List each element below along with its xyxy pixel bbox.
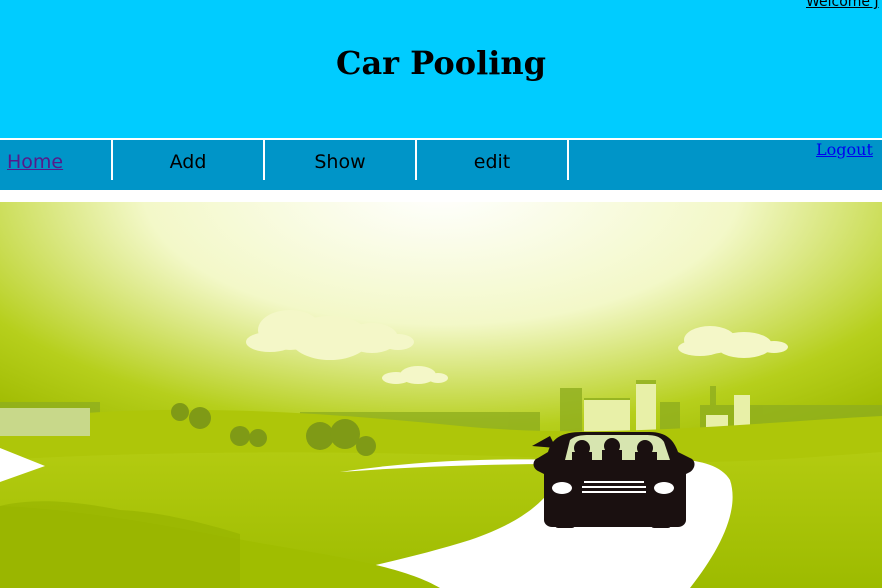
- logout-link[interactable]: Logout: [816, 140, 873, 159]
- nav-bar: Home Add Show edit Logout: [0, 140, 882, 190]
- header: Welcome J Car Pooling: [0, 0, 882, 138]
- nav-home-link[interactable]: Home: [0, 140, 111, 180]
- passengers: [572, 438, 657, 462]
- page-title: Car Pooling: [335, 44, 547, 82]
- nav-edit-button[interactable]: edit: [417, 140, 567, 180]
- left-houses: [0, 408, 90, 436]
- nav-add-button[interactable]: Add: [113, 140, 263, 180]
- nav-separator: [567, 140, 569, 180]
- car-pooling-banner-image: [0, 190, 882, 588]
- nav-show-button[interactable]: Show: [265, 140, 415, 180]
- welcome-text[interactable]: Welcome J: [806, 0, 879, 10]
